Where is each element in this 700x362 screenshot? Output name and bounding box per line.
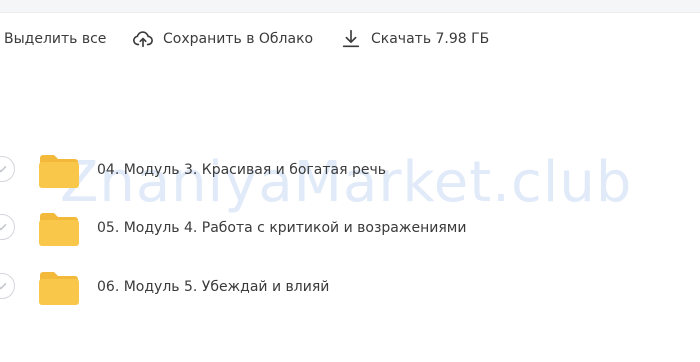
file-row[interactable]: 06. Модуль 5. Убеждай и влияй bbox=[0, 257, 700, 315]
save-to-cloud-label: Сохранить в Облако bbox=[163, 31, 314, 47]
file-row[interactable]: 04. Модуль 3. Красивая и богатая речь bbox=[0, 140, 700, 198]
save-to-cloud-button[interactable]: Сохранить в Облако bbox=[131, 27, 313, 51]
download-label: Скачать 7.98 ГБ bbox=[371, 31, 490, 47]
folder-icon bbox=[38, 211, 80, 247]
file-name: 05. Модуль 4. Работа с критикой и возраж… bbox=[97, 220, 467, 236]
top-bar bbox=[0, 0, 700, 13]
download-icon bbox=[339, 27, 363, 51]
checkmark-icon bbox=[0, 277, 8, 296]
file-row[interactable]: 05. Модуль 4. Работа с критикой и возраж… bbox=[0, 198, 700, 256]
download-button[interactable]: Скачать 7.98 ГБ bbox=[339, 27, 489, 51]
file-name: 06. Модуль 5. Убеждай и влияй bbox=[97, 279, 330, 295]
checkmark-icon bbox=[0, 160, 8, 179]
row-checkbox[interactable] bbox=[0, 214, 15, 240]
checkmark-icon bbox=[0, 218, 8, 237]
cloud-upload-icon bbox=[131, 27, 155, 51]
file-name: 04. Модуль 3. Красивая и богатая речь bbox=[97, 162, 386, 178]
select-all-button[interactable]: Выделить все bbox=[4, 31, 106, 47]
row-checkbox[interactable] bbox=[0, 273, 15, 299]
row-checkbox[interactable] bbox=[0, 156, 15, 182]
folder-icon bbox=[38, 153, 80, 189]
select-all-label: Выделить все bbox=[4, 31, 107, 47]
folder-icon bbox=[38, 270, 80, 306]
